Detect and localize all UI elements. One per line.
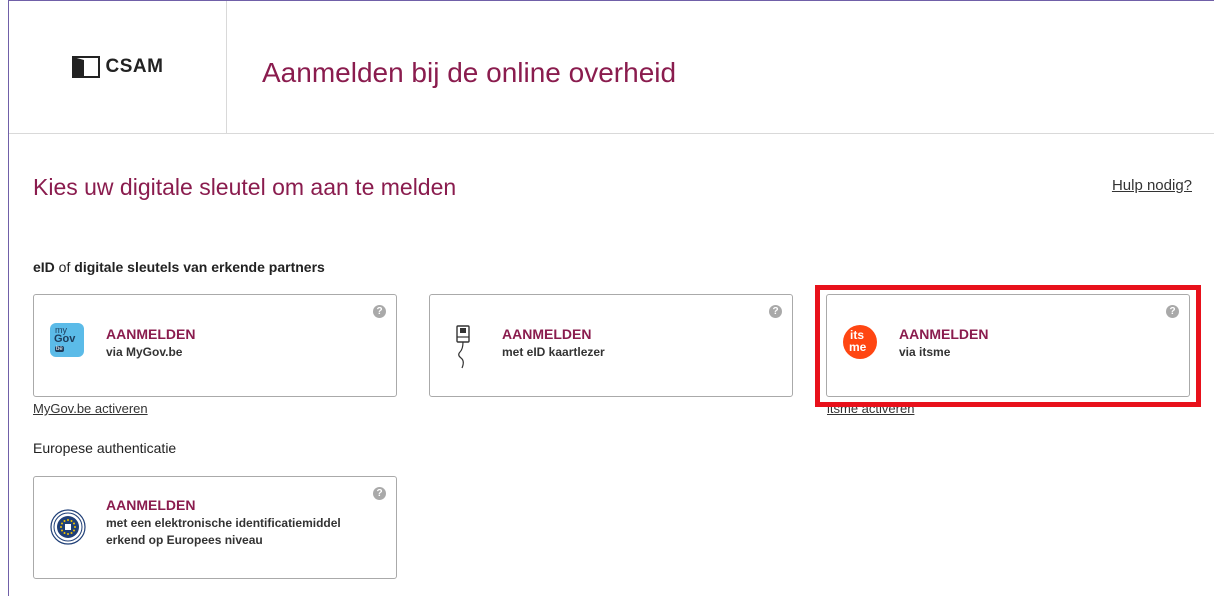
page-frame: CSAM Aanmelden bij de online overheid Ki… <box>8 0 1214 596</box>
mygov-activate-link[interactable]: MyGov.be activeren <box>33 401 148 416</box>
help-icon[interactable]: ? <box>769 305 782 318</box>
section-label-eid-part2: of <box>54 259 75 275</box>
card-title: AANMELDEN <box>502 326 592 342</box>
itsme-icon-text-2: me <box>849 340 867 354</box>
csam-door-icon <box>71 56 100 78</box>
card-title: AANMELDEN <box>899 326 989 342</box>
help-icon[interactable]: ? <box>373 487 386 500</box>
section-label-eid-part1: eID <box>33 259 55 275</box>
mygov-icon-text-2: Gov <box>54 333 76 345</box>
card-subtitle: via MyGov.be <box>106 345 183 359</box>
card-title: AANMELDEN <box>106 497 196 513</box>
header: CSAM Aanmelden bij de online overheid <box>9 1 1214 134</box>
itsme-activate-link[interactable]: itsme activeren <box>827 401 914 416</box>
european-login-card[interactable]: ? AANMELDEN met een elektronische identi… <box>33 476 397 579</box>
card-reader-icon <box>454 325 476 374</box>
main-heading: Kies uw digitale sleutel om aan te melde… <box>33 174 457 200</box>
logo-text: CSAM <box>105 56 164 77</box>
mygov-login-card[interactable]: ? my Gov be AANMELDEN via MyGov.be <box>33 294 397 397</box>
card-text: AANMELDEN via itsme <box>899 326 988 361</box>
card-title: AANMELDEN <box>106 326 196 342</box>
csam-logo[interactable]: CSAM <box>71 56 164 78</box>
section-label-eid: eID of digitale sleutels van erkende par… <box>33 259 325 275</box>
page-title: Aanmelden bij de online overheid <box>262 57 677 88</box>
card-text: AANMELDEN met eID kaartlezer <box>502 326 605 361</box>
help-icon[interactable]: ? <box>373 305 386 318</box>
card-text: AANMELDEN met een elektronische identifi… <box>106 497 341 549</box>
itsme-login-card[interactable]: ? its me AANMELDEN via itsme <box>826 294 1190 397</box>
card-subtitle-line1: met een elektronische identificatiemidde… <box>106 516 341 530</box>
section-label-eid-part3: digitale sleutels van erkende partners <box>74 259 325 275</box>
section-label-european: Europese authenticatie <box>33 440 177 456</box>
itsme-icon: its me <box>843 325 877 359</box>
logo-area: CSAM <box>9 1 227 133</box>
help-link[interactable]: Hulp nodig? <box>1112 177 1192 194</box>
eid-reader-login-card[interactable]: ? AANMELDEN met eID kaartlezer <box>429 294 793 397</box>
eu-eid-icon <box>50 509 86 550</box>
help-icon[interactable]: ? <box>1166 305 1179 318</box>
mygov-icon-text-3: be <box>55 346 64 352</box>
mygov-icon: my Gov be <box>50 323 84 357</box>
card-text: AANMELDEN via MyGov.be <box>106 326 195 361</box>
card-subtitle-line2: erkend op Europees niveau <box>106 533 263 547</box>
card-subtitle: via itsme <box>899 345 951 359</box>
card-subtitle: met eID kaartlezer <box>502 345 605 359</box>
